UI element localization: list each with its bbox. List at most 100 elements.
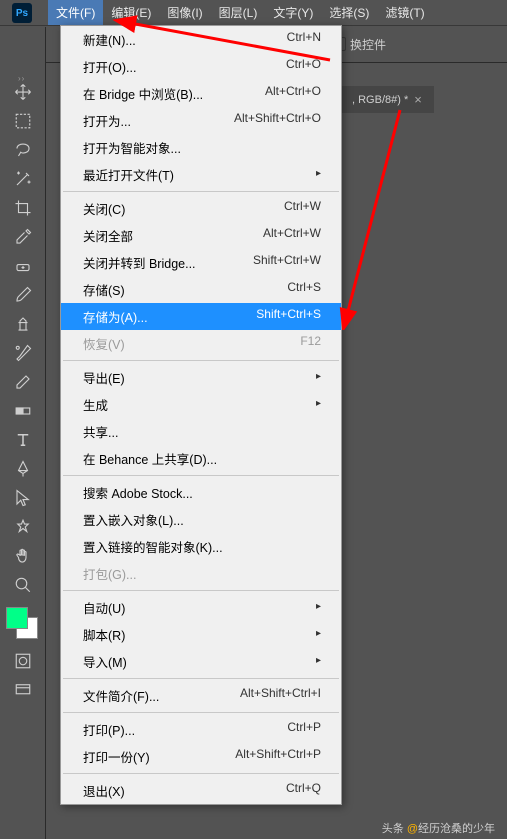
menu-item-shortcut: Alt+Shift+Ctrl+P (235, 747, 321, 766)
menu-item-label: 在 Behance 上共享(D)... (83, 449, 217, 468)
menu-item-shortcut: Alt+Ctrl+W (263, 226, 321, 245)
menu-item-2[interactable]: 图像(I) (159, 0, 210, 25)
ps-logo: Ps (12, 3, 32, 23)
file-menu-item-33[interactable]: 退出(X)Ctrl+Q (61, 777, 341, 804)
menu-separator (63, 678, 339, 679)
file-menu-item-5[interactable]: 最近打开文件(T) (61, 161, 341, 188)
menu-item-0[interactable]: 文件(F) (48, 0, 103, 25)
annotation-arrow-2 (335, 100, 415, 330)
file-menu-item-8[interactable]: 关闭全部Alt+Ctrl+W (61, 222, 341, 249)
file-menu-item-0[interactable]: 新建(N)...Ctrl+N (61, 26, 341, 53)
menu-item-label: 搜索 Adobe Stock... (83, 483, 193, 502)
menu-item-label: 置入嵌入对象(L)... (83, 510, 184, 529)
menu-item-shortcut: F12 (300, 334, 321, 353)
left-toolbar: ›› (0, 27, 46, 839)
eyedropper-tool[interactable] (5, 223, 41, 251)
brush-tool[interactable] (5, 281, 41, 309)
watermark-name: 经历沧桑的少年 (418, 823, 495, 835)
file-menu-item-4[interactable]: 打开为智能对象... (61, 134, 341, 161)
submenu-arrow-icon (316, 652, 321, 671)
watermark-prefix: 头条 (382, 823, 404, 835)
menu-separator (63, 191, 339, 192)
menu-item-label: 导出(E) (83, 368, 125, 387)
submenu-arrow-icon (316, 165, 321, 184)
menu-item-label: 打印(P)... (83, 720, 135, 739)
file-menu-item-22: 打包(G)... (61, 560, 341, 587)
menu-item-shortcut: Shift+Ctrl+W (253, 253, 321, 272)
menu-item-label: 置入链接的智能对象(K)... (83, 537, 223, 556)
menu-item-6[interactable]: 滤镜(T) (377, 0, 432, 25)
menu-item-label: 打印一份(Y) (83, 747, 150, 766)
menu-item-label: 在 Bridge 中浏览(B)... (83, 84, 203, 103)
menu-item-3[interactable]: 图层(L) (211, 0, 266, 25)
menu-item-label: 关闭(C) (83, 199, 125, 218)
file-menu-item-28[interactable]: 文件简介(F)... Alt+Shift+Ctrl+I (61, 682, 341, 709)
menu-item-label: 共享... (83, 422, 118, 441)
file-menu-item-21[interactable]: 置入链接的智能对象(K)... (61, 533, 341, 560)
submenu-arrow-icon (316, 598, 321, 617)
quick-mask-tool[interactable] (5, 647, 41, 675)
foreground-color[interactable] (6, 607, 28, 629)
zoom-tool[interactable] (5, 571, 41, 599)
path-selection-tool[interactable] (5, 484, 41, 512)
menu-item-shortcut: Alt+Shift+Ctrl+O (234, 111, 321, 130)
eraser-tool[interactable] (5, 368, 41, 396)
menu-item-4[interactable]: 文字(Y) (265, 0, 321, 25)
gradient-tool[interactable] (5, 397, 41, 425)
menu-separator (63, 590, 339, 591)
menu-item-1[interactable]: 编辑(E) (103, 0, 159, 25)
menu-item-shortcut: Alt+Shift+Ctrl+I (240, 686, 321, 705)
file-menu-item-17[interactable]: 在 Behance 上共享(D)... (61, 445, 341, 472)
clone-stamp-tool[interactable] (5, 310, 41, 338)
menu-item-shortcut: Shift+Ctrl+S (256, 307, 321, 326)
pen-tool[interactable] (5, 455, 41, 483)
menu-item-label: 文件简介(F)... (83, 686, 159, 705)
menu-item-shortcut: Ctrl+P (287, 720, 321, 739)
crop-tool[interactable] (5, 194, 41, 222)
menu-item-label: 打开为... (83, 111, 131, 130)
marquee-tool[interactable] (5, 107, 41, 135)
lasso-tool[interactable] (5, 136, 41, 164)
file-menu-item-19[interactable]: 搜索 Adobe Stock... (61, 479, 341, 506)
file-menu-item-20[interactable]: 置入嵌入对象(L)... (61, 506, 341, 533)
file-menu-item-11[interactable]: 存储为(A)... Shift+Ctrl+S (61, 303, 341, 330)
color-swatches[interactable] (6, 607, 38, 639)
hand-tool[interactable] (5, 542, 41, 570)
file-menu-item-15[interactable]: 生成 (61, 391, 341, 418)
file-menu-item-31[interactable]: 打印一份(Y) Alt+Shift+Ctrl+P (61, 743, 341, 770)
menu-separator (63, 712, 339, 713)
file-menu-item-16[interactable]: 共享... (61, 418, 341, 445)
file-menu-item-25[interactable]: 脚本(R) (61, 621, 341, 648)
magic-wand-tool[interactable] (5, 165, 41, 193)
file-menu-item-3[interactable]: 打开为... Alt+Shift+Ctrl+O (61, 107, 341, 134)
file-menu-item-9[interactable]: 关闭并转到 Bridge...Shift+Ctrl+W (61, 249, 341, 276)
close-icon[interactable]: × (414, 92, 422, 107)
file-menu-item-2[interactable]: 在 Bridge 中浏览(B)...Alt+Ctrl+O (61, 80, 341, 107)
file-menu-item-26[interactable]: 导入(M) (61, 648, 341, 675)
menu-item-label: 存储为(A)... (83, 307, 148, 326)
transform-controls-label: 换控件 (350, 36, 386, 53)
submenu-arrow-icon (316, 395, 321, 414)
file-menu-item-1[interactable]: 打开(O)...Ctrl+O (61, 53, 341, 80)
menu-item-label: 导入(M) (83, 652, 127, 671)
menu-item-shortcut: Ctrl+S (287, 280, 321, 299)
menu-item-5[interactable]: 选择(S) (321, 0, 377, 25)
menu-item-label: 最近打开文件(T) (83, 165, 174, 184)
file-menu-dropdown: 新建(N)...Ctrl+N打开(O)...Ctrl+O在 Bridge 中浏览… (60, 25, 342, 805)
history-brush-tool[interactable] (5, 339, 41, 367)
menu-item-shortcut: Ctrl+O (286, 57, 321, 76)
file-menu-item-30[interactable]: 打印(P)... Ctrl+P (61, 716, 341, 743)
shape-tool[interactable] (5, 513, 41, 541)
file-menu-item-10[interactable]: 存储(S)Ctrl+S (61, 276, 341, 303)
file-menu-item-7[interactable]: 关闭(C)Ctrl+W (61, 195, 341, 222)
file-menu-item-14[interactable]: 导出(E) (61, 364, 341, 391)
toolbar-grip: ›› (18, 74, 25, 83)
screen-mode-tool[interactable] (5, 676, 41, 704)
menu-separator (63, 773, 339, 774)
menu-item-label: 恢复(V) (83, 334, 125, 353)
document-tab[interactable]: , RGB/8#) * × (340, 86, 434, 113)
healing-brush-tool[interactable] (5, 252, 41, 280)
file-menu-item-12: 恢复(V) F12 (61, 330, 341, 357)
type-tool[interactable] (5, 426, 41, 454)
file-menu-item-24[interactable]: 自动(U) (61, 594, 341, 621)
